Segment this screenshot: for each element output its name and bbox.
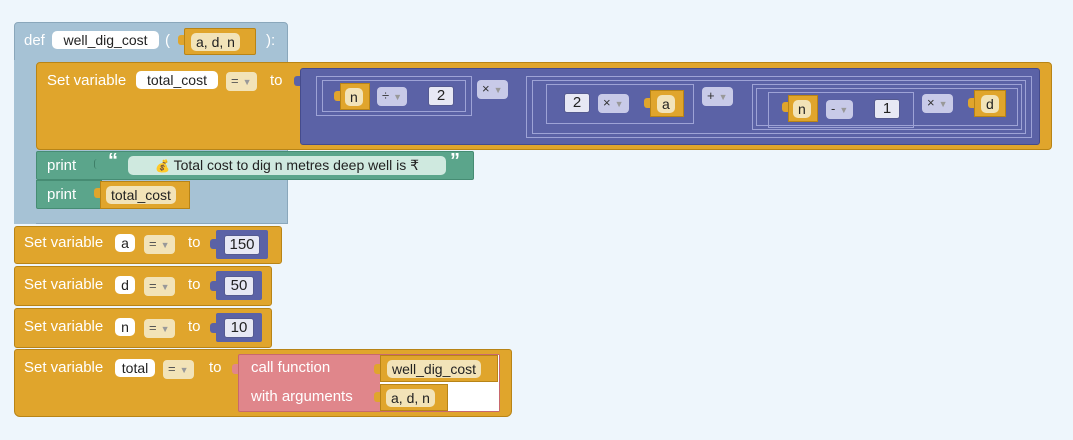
plus-operator-dropdown[interactable]: + ▼ [702,87,733,106]
params-label: a, d, n [191,33,240,51]
with-arguments-label: with arguments [251,388,353,405]
money-bag-icon: 💰 [154,159,170,173]
procedure-body-spine [14,60,36,224]
set-n-op-dropdown[interactable]: = ▼ [144,319,175,338]
chevron-down-icon: ▼ [493,85,503,95]
divide-operator-dropdown[interactable]: ÷ ▼ [377,87,408,106]
set-d-label: Set variable [24,276,104,293]
args-block[interactable]: a, d, n [380,384,448,411]
var-n-1[interactable]: n [340,83,370,110]
set-a-op-dropdown[interactable]: = ▼ [144,235,175,254]
total-cost-var-field[interactable]: total_cost [136,71,218,89]
chevron-down-icon: ▼ [614,99,624,109]
set-n-number[interactable]: 10 [224,318,254,338]
var-n-2[interactable]: n [788,95,818,122]
var-total-cost-print[interactable]: total_cost [100,181,190,209]
var-a-expr-label: a [657,95,675,113]
var-total-cost-print-label: total_cost [106,186,176,204]
set-d-var-field[interactable]: d [115,276,135,294]
chevron-down-icon: ▼ [160,240,170,250]
set-a-label: Set variable [24,234,104,251]
func-name-label: well_dig_cost [387,360,482,378]
set-n-to-label: to [188,318,201,335]
set-d-number[interactable]: 50 [224,276,254,296]
text-literal-value: Total cost to dig n metres deep well is … [173,157,420,173]
set-d-op-dropdown[interactable]: = ▼ [144,277,175,296]
minus-operator-dropdown[interactable]: - ▼ [826,100,854,119]
set-total-cost-label: Set variable [47,72,127,89]
func-name-block[interactable]: well_dig_cost [380,355,498,382]
set-total-to-label: to [209,359,222,376]
open-paren: ( [165,32,170,49]
multiply-operator-dropdown-3[interactable]: × ▼ [922,94,953,113]
multiply-operator-dropdown-1[interactable]: × ▼ [477,80,508,99]
set-n-label: Set variable [24,318,104,335]
set-total-op-dropdown[interactable]: = ▼ [163,360,194,379]
set-total-label: Set variable [24,359,104,376]
set-d-to-label: to [188,276,201,293]
set-n-var-field[interactable]: n [115,318,135,336]
number-one[interactable]: 1 [874,99,900,119]
open-quote: “ [108,150,118,172]
set-a-number[interactable]: 150 [224,235,260,255]
var-a-expr[interactable]: a [650,90,684,117]
chevron-down-icon: ▼ [179,365,189,375]
chevron-down-icon: ▼ [160,324,170,334]
var-n-1-label: n [345,88,363,106]
chevron-down-icon: ▼ [718,92,728,102]
close-quote: ” [450,150,460,172]
chevron-down-icon: ▼ [839,105,849,115]
close-paren: ): [266,32,276,49]
chevron-down-icon: ▼ [393,92,403,102]
procedure-name-field[interactable]: well_dig_cost [52,31,159,49]
call-function-label: call function [251,359,331,376]
chevron-down-icon: ▼ [160,282,170,292]
to-label: to [270,72,283,89]
number-two-2[interactable]: 2 [564,93,590,113]
print-label-2: print [47,186,77,203]
multiply-operator-dropdown-2[interactable]: × ▼ [598,94,629,113]
set-a-to-label: to [188,234,201,251]
var-n-2-label: n [793,100,811,118]
var-d-expr[interactable]: d [974,90,1006,117]
chevron-down-icon: ▼ [242,77,252,87]
var-d-expr-label: d [981,95,999,113]
def-keyword: def [24,32,45,49]
print-label-1: print [47,157,77,174]
chevron-down-icon: ▼ [938,99,948,109]
params-variable[interactable]: a, d, n [184,28,256,55]
args-label: a, d, n [386,389,435,407]
text-literal-field[interactable]: 💰 Total cost to dig n metres deep well i… [128,156,446,175]
number-two-1[interactable]: 2 [428,86,454,106]
set-a-var-field[interactable]: a [115,234,135,252]
set-total-var-field[interactable]: total [115,359,155,377]
assign-operator-dropdown[interactable]: = ▼ [226,72,257,91]
